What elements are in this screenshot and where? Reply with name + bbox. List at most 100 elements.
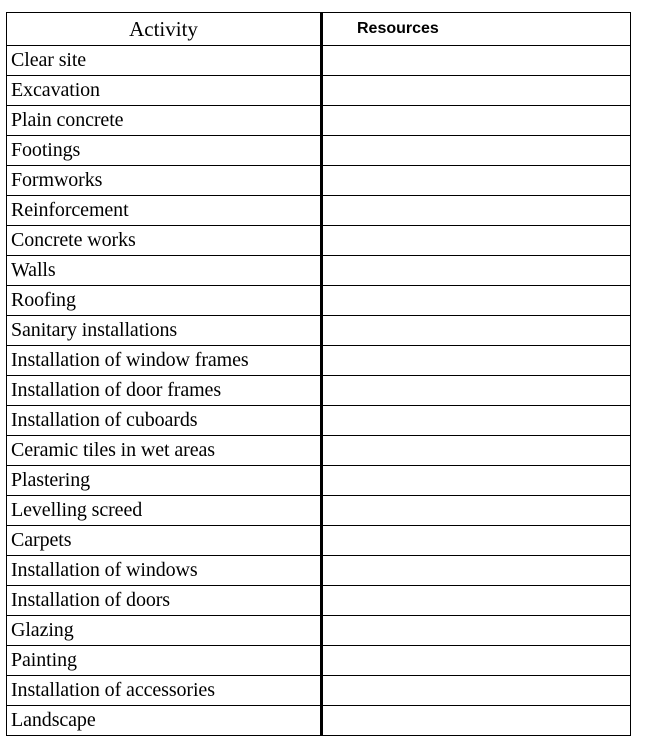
table-row: Carpets <box>6 525 631 556</box>
activity-cell[interactable]: Clear site <box>6 45 323 76</box>
column-header-resources-label: Resources <box>357 20 439 37</box>
activity-cell-label: Levelling screed <box>11 499 143 521</box>
column-header-activity-label: Activity <box>129 17 198 41</box>
resources-cell-value <box>325 77 630 105</box>
table-row: Installation of cuboards <box>6 405 631 436</box>
resources-cell[interactable] <box>320 105 631 136</box>
activity-cell[interactable]: Excavation <box>6 75 323 106</box>
activity-cell[interactable]: Walls <box>6 255 323 286</box>
activity-cell-label: Footings <box>11 139 81 161</box>
activity-cell[interactable]: Footings <box>6 135 323 166</box>
activity-cell[interactable]: Installation of accessories <box>6 675 323 706</box>
resources-cell[interactable] <box>320 165 631 196</box>
resources-cell[interactable] <box>320 465 631 496</box>
activity-cell-label: Formworks <box>11 169 103 191</box>
activity-cell[interactable]: Levelling screed <box>6 495 323 526</box>
activity-cell[interactable]: Landscape <box>6 705 323 736</box>
table-body: Clear site Excavation Plain concrete Footin… <box>6 45 631 736</box>
activity-cell[interactable]: Formworks <box>6 165 323 196</box>
table-header-row: Activity Resources <box>6 12 631 46</box>
resources-cell[interactable] <box>320 495 631 526</box>
table-row: Plastering <box>6 465 631 496</box>
activity-cell-label: Ceramic tiles in wet areas <box>11 439 215 461</box>
activity-cell[interactable]: Installation of cuboards <box>6 405 323 436</box>
resources-cell[interactable] <box>320 645 631 676</box>
table-row: Installation of doors <box>6 585 631 616</box>
resources-cell[interactable] <box>320 195 631 226</box>
table-row: Levelling screed <box>6 495 631 526</box>
table-row: Installation of accessories <box>6 675 631 706</box>
resources-cell-value <box>325 587 630 615</box>
activity-cell[interactable]: Ceramic tiles in wet areas <box>6 435 323 466</box>
activity-cell[interactable]: Installation of windows <box>6 555 323 586</box>
activity-cell[interactable]: Plain concrete <box>6 105 323 136</box>
activity-cell-label: Installation of window frames <box>11 349 249 371</box>
resources-cell[interactable] <box>320 225 631 256</box>
activity-cell-label: Excavation <box>11 79 100 101</box>
table-row: Painting <box>6 645 631 676</box>
activity-cell-label: Carpets <box>11 529 72 551</box>
resources-cell[interactable] <box>320 255 631 286</box>
resources-cell-value <box>325 377 630 405</box>
activity-cell-label: Roofing <box>11 289 76 311</box>
table-row: Concrete works <box>6 225 631 256</box>
activity-cell-label: Plain concrete <box>11 109 124 131</box>
resources-cell[interactable] <box>320 615 631 646</box>
table-row: Sanitary installations <box>6 315 631 346</box>
table-row: Excavation <box>6 75 631 106</box>
table-row: Installation of door frames <box>6 375 631 406</box>
resources-cell[interactable] <box>320 555 631 586</box>
resources-cell[interactable] <box>320 435 631 466</box>
activity-cell[interactable]: Installation of doors <box>6 585 323 616</box>
page-root: Activity Resources Clear site Excavation P… <box>0 0 646 744</box>
table-row: Ceramic tiles in wet areas <box>6 435 631 466</box>
activity-cell[interactable]: Painting <box>6 645 323 676</box>
resources-cell-value <box>325 197 630 225</box>
resources-cell-value <box>325 407 630 435</box>
activity-cell[interactable]: Installation of window frames <box>6 345 323 376</box>
resources-cell-value <box>325 257 630 285</box>
activity-cell-label: Concrete works <box>11 229 136 251</box>
resources-cell[interactable] <box>320 75 631 106</box>
resources-cell-value <box>325 707 630 735</box>
resources-cell[interactable] <box>320 345 631 376</box>
activity-cell-label: Walls <box>11 259 56 281</box>
column-header-activity[interactable]: Activity <box>6 12 323 46</box>
resources-cell[interactable] <box>320 45 631 76</box>
column-header-resources[interactable]: Resources <box>320 12 631 46</box>
activity-cell[interactable]: Sanitary installations <box>6 315 323 346</box>
table-row: Reinforcement <box>6 195 631 226</box>
activity-cell[interactable]: Reinforcement <box>6 195 323 226</box>
resources-cell-value <box>325 557 630 585</box>
resources-cell[interactable] <box>320 675 631 706</box>
table-row: Landscape <box>6 705 631 736</box>
resources-cell[interactable] <box>320 705 631 736</box>
resources-cell-value <box>325 617 630 645</box>
resources-cell-value <box>325 527 630 555</box>
activity-cell[interactable]: Carpets <box>6 525 323 556</box>
activity-cell[interactable]: Glazing <box>6 615 323 646</box>
resources-cell[interactable] <box>320 525 631 556</box>
resources-cell-value <box>325 167 630 195</box>
resources-cell[interactable] <box>320 375 631 406</box>
activity-cell[interactable]: Plastering <box>6 465 323 496</box>
resources-cell-value <box>325 647 630 675</box>
activity-cell[interactable]: Roofing <box>6 285 323 316</box>
table-row: Walls <box>6 255 631 286</box>
table-row: Roofing <box>6 285 631 316</box>
resources-cell-value <box>325 677 630 705</box>
resources-cell[interactable] <box>320 585 631 616</box>
resources-cell[interactable] <box>320 405 631 436</box>
activity-cell-label: Plastering <box>11 469 90 491</box>
activity-cell-label: Reinforcement <box>11 199 129 221</box>
table-row: Glazing <box>6 615 631 646</box>
activity-cell-label: Clear site <box>11 49 87 71</box>
activity-cell[interactable]: Installation of door frames <box>6 375 323 406</box>
resources-cell[interactable] <box>320 135 631 166</box>
resources-cell-value <box>325 107 630 135</box>
activity-cell[interactable]: Concrete works <box>6 225 323 256</box>
table-row: Installation of windows <box>6 555 631 586</box>
resources-cell[interactable] <box>320 285 631 316</box>
resources-cell[interactable] <box>320 315 631 346</box>
resources-cell-value <box>325 467 630 495</box>
